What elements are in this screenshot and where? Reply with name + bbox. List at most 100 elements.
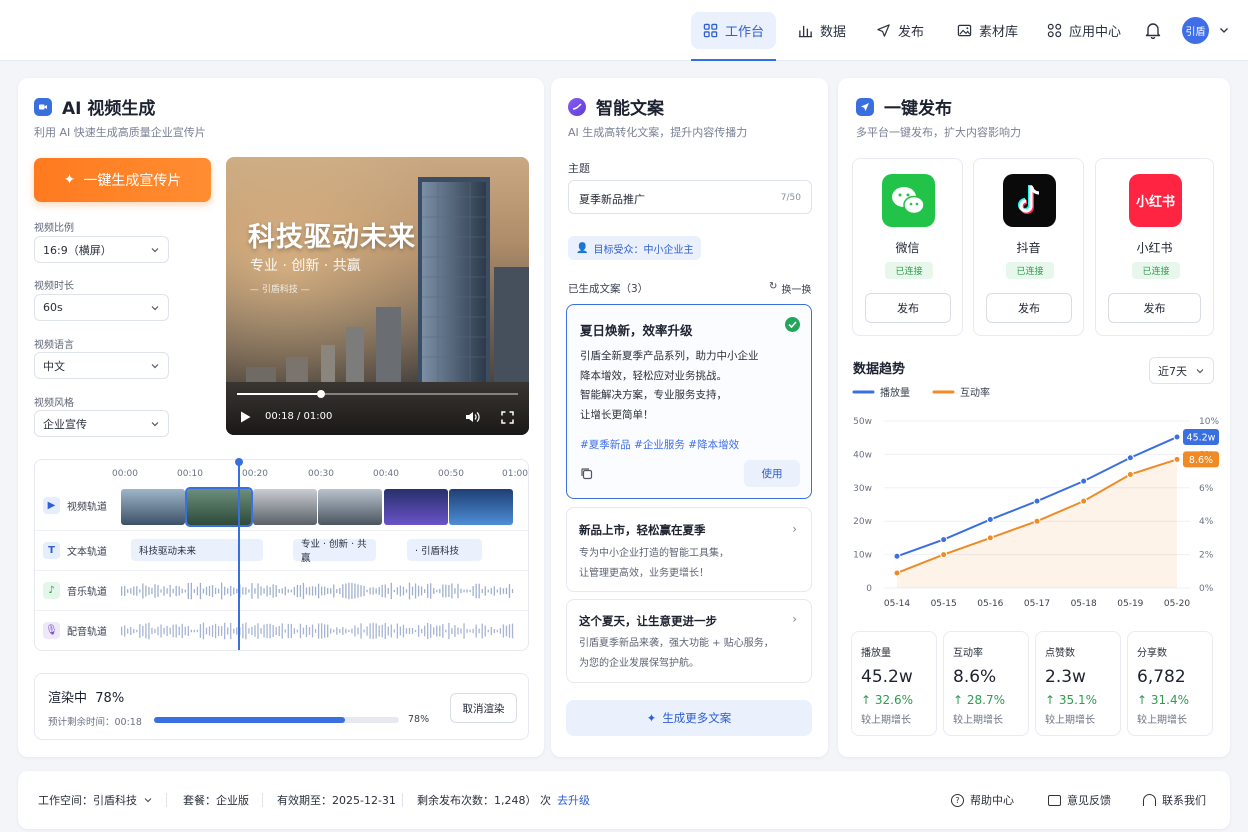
playhead-knob[interactable]	[234, 458, 243, 466]
waveform-bar	[124, 585, 126, 597]
chevron-down-icon	[144, 798, 152, 803]
waveform-bar	[202, 588, 205, 594]
x-tick: 05-18	[1071, 599, 1097, 609]
copy-icon[interactable]	[580, 467, 593, 480]
help-center-link[interactable]: ? 帮助中心	[951, 792, 1014, 808]
video-preview[interactable]: 科技驱动未来 专业 · 创新 · 共赢 — 引盾科技 — 00:18 / 01:…	[226, 157, 529, 435]
waveform-bar	[363, 629, 365, 633]
nav-workbench[interactable]: 工作台	[691, 12, 777, 61]
fullscreen-icon[interactable]	[501, 411, 514, 424]
video-clip-thumb[interactable]	[449, 489, 513, 525]
seek-bar[interactable]	[237, 390, 518, 398]
style-select[interactable]: 企业宣传	[34, 410, 169, 437]
publish-title-text: 一键发布	[884, 99, 952, 119]
playhead[interactable]	[234, 458, 243, 650]
nav-data[interactable]: 数据	[786, 12, 858, 49]
nav-apps[interactable]: 应用中心	[1035, 12, 1133, 49]
volume-icon[interactable]	[465, 410, 480, 424]
waveform-bar	[451, 583, 453, 599]
upgrade-link[interactable]: 去升级	[557, 792, 590, 808]
stat-label: 互动率	[953, 648, 983, 659]
platform-wechat: 微信 已连接 发布	[852, 158, 963, 336]
publish-douyin-button[interactable]: 发布	[986, 293, 1072, 323]
waveform-bar	[136, 629, 138, 633]
timeline-editor[interactable]: 00:00 00:10 00:20 00:30 00:40 00:50 01:0…	[34, 458, 529, 651]
generate-more-button[interactable]: ✦ 生成更多文案	[566, 700, 812, 736]
waveform-bar	[166, 625, 168, 637]
waveform-bar	[387, 587, 389, 595]
publish-wechat-button[interactable]: 发布	[865, 293, 951, 323]
music-track[interactable]: ♪ 音乐轨道	[35, 570, 528, 610]
text-clip[interactable]: 专业 · 创新 · 共赢	[293, 539, 376, 564]
video-track[interactable]: ▶ 视频轨道	[35, 486, 528, 527]
voice-track[interactable]: 🎙 配音轨道	[35, 610, 528, 650]
waveform-bar	[157, 626, 159, 636]
language-select[interactable]: 中文	[34, 352, 169, 379]
cancel-render-button[interactable]: 取消渲染	[450, 693, 517, 723]
text-clip[interactable]: 科技驱动未来	[131, 539, 263, 561]
audience-chip[interactable]: 👤 目标受众：中小企业主	[568, 236, 702, 260]
waveform-bar	[384, 584, 386, 598]
copy-option[interactable]: 这个夏天，让生意更进一步 › 引盾夏季新品来袭，强大功能 + 贴心服务， 为您的企…	[566, 599, 812, 683]
contact-label: 联系我们	[1162, 794, 1206, 807]
video-clip-thumb[interactable]	[253, 489, 317, 525]
waveform-bar	[275, 585, 277, 597]
waveform-bar	[469, 589, 471, 593]
waveform-bar	[130, 588, 132, 594]
duration-select[interactable]: 60s	[34, 294, 169, 321]
contact-link[interactable]: 联系我们	[1143, 792, 1206, 808]
text-track[interactable]: T 文本轨道 科技驱动未来 专业 · 创新 · 共赢 · 引盾科技	[35, 530, 528, 570]
waveform-bar	[439, 625, 441, 637]
music-track-icon: ♪	[43, 582, 60, 599]
play-icon[interactable]	[240, 411, 251, 423]
copy-option[interactable]: 新品上市，轻松赢在夏季 › 专为中小企业打造的智能工具集， 让管理更高效，业务更增…	[566, 507, 812, 592]
music-waveform	[121, 582, 514, 600]
waveform-bar	[181, 623, 183, 639]
use-copy-button[interactable]: 使用	[744, 460, 800, 487]
stat-card-shares: 分享数 6,782 ↑ 31.4% 较上期增长	[1127, 631, 1213, 736]
video-clip-thumb[interactable]	[185, 487, 253, 527]
waveform-bar	[457, 627, 459, 635]
generated-count-label: 已生成文案（3）	[568, 283, 649, 295]
style-label: 视频风格	[34, 398, 74, 409]
waveform-bar	[245, 587, 247, 595]
waveform-bar	[275, 626, 277, 636]
workspace-select[interactable]: 工作空间：引盾科技	[38, 792, 153, 808]
range-select[interactable]: 近7天	[1149, 357, 1214, 384]
waveform-bar	[505, 625, 508, 637]
waveform-bar	[148, 622, 150, 640]
waveform-bar	[272, 584, 274, 598]
waveform-bar	[472, 628, 474, 634]
trend-chart: 播放量互动率00%10w2%20w4%30w6%40w8%50w10%05-14…	[852, 386, 1219, 609]
waveform-bar	[293, 586, 296, 596]
timeline-tick: 00:40	[373, 469, 399, 479]
data-point	[1033, 497, 1041, 505]
track-name: 视频轨道	[67, 502, 107, 513]
refresh-button[interactable]: ↻ 换一换	[769, 281, 811, 296]
chevron-right-icon: ›	[792, 612, 797, 626]
topic-input[interactable]: 夏季新品推广 7/50	[568, 180, 812, 214]
waveform-bar	[151, 627, 153, 635]
video-clip-thumb[interactable]	[384, 489, 448, 525]
publish-xiaohongshu-button[interactable]: 发布	[1108, 293, 1201, 323]
topic-char-count: 7/50	[780, 193, 801, 203]
video-clip-thumb[interactable]	[318, 489, 382, 525]
waveform-bar	[414, 629, 417, 633]
ratio-select[interactable]: 16:9（横屏）	[34, 236, 169, 263]
copy-option-selected[interactable]: 夏日焕新，效率升级 引盾全新夏季产品系列，助力中小企业 降本增效，轻松应对业务挑…	[566, 304, 812, 499]
nav-assets[interactable]: 素材库	[945, 12, 1030, 49]
waveform-bar	[317, 583, 320, 599]
bell-icon[interactable]	[1144, 21, 1162, 39]
x-tick: 05-15	[931, 599, 957, 609]
generate-video-button[interactable]: ✦ 一键生成宣传片	[34, 158, 211, 202]
video-clip-thumb[interactable]	[121, 489, 185, 525]
plan-info: 套餐：企业版	[183, 794, 249, 807]
waveform-bar	[175, 585, 177, 597]
avatar[interactable]: 引盾	[1182, 17, 1209, 44]
waveform-bar	[217, 588, 220, 594]
text-clip[interactable]: · 引盾科技	[407, 539, 482, 561]
feedback-link[interactable]: 意见反馈	[1048, 792, 1111, 808]
chevron-down-icon[interactable]	[1218, 24, 1230, 36]
seek-handle[interactable]	[317, 390, 326, 398]
nav-publish[interactable]: 发布	[864, 12, 936, 49]
